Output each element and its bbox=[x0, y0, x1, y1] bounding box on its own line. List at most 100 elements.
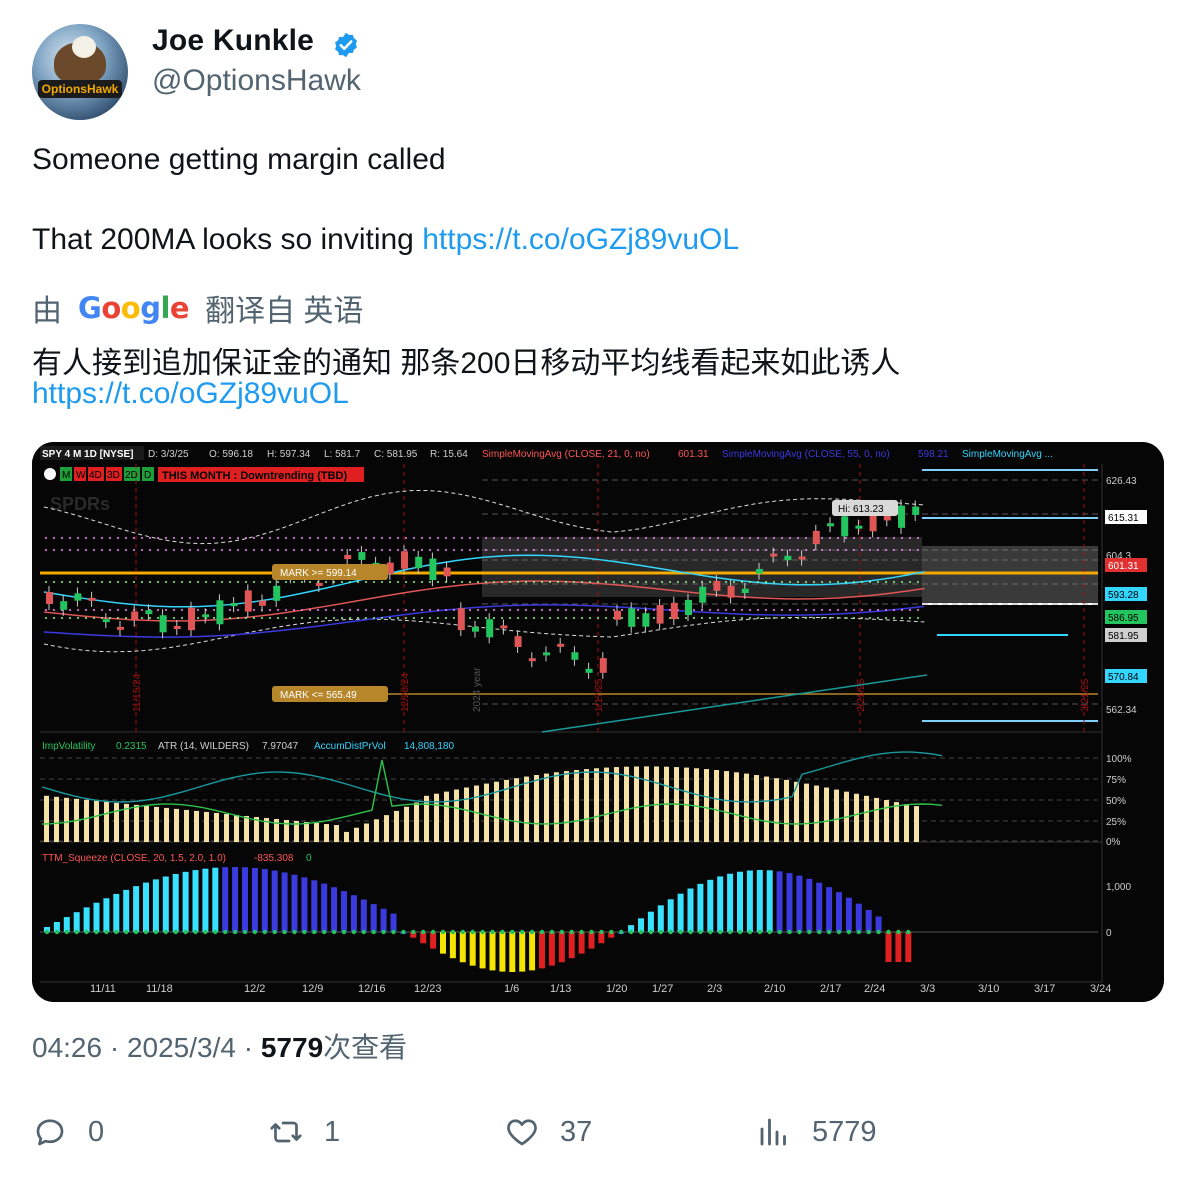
volume-bar bbox=[364, 823, 369, 842]
author-avatar[interactable]: OptionsHawk bbox=[32, 24, 128, 120]
views-button[interactable]: 5779 bbox=[756, 1112, 877, 1152]
squeeze-dot bbox=[500, 929, 505, 935]
translation-attribution[interactable]: 由 Google 翻译自 英语 bbox=[32, 288, 363, 328]
pivot-dot bbox=[309, 549, 311, 551]
retweet-button[interactable]: 1 bbox=[268, 1112, 340, 1152]
squeeze-dot bbox=[846, 929, 852, 935]
author-handle[interactable]: @OptionsHawk bbox=[152, 64, 361, 98]
pivot-dot bbox=[565, 581, 567, 583]
pivot-dot bbox=[829, 537, 831, 539]
squeeze-dot bbox=[341, 929, 347, 935]
pivot-dot bbox=[229, 537, 231, 539]
pivot-dot bbox=[269, 549, 271, 551]
chart-high: H: 597.34 bbox=[267, 449, 311, 460]
candle-body bbox=[614, 610, 621, 620]
pivot-dot bbox=[653, 609, 655, 611]
pivot-dot bbox=[573, 581, 575, 583]
pivot-dot bbox=[381, 549, 383, 551]
squeeze-dot bbox=[767, 929, 772, 935]
pivot-dot bbox=[685, 537, 687, 539]
candle-body bbox=[159, 615, 167, 633]
pivot-dot bbox=[669, 617, 671, 619]
pivot-dot bbox=[493, 549, 495, 551]
pivot-dot bbox=[725, 537, 727, 539]
pivot-dot bbox=[477, 617, 479, 619]
pivot-dot bbox=[309, 609, 311, 611]
pivot-dot bbox=[813, 549, 815, 551]
pivot-dot bbox=[381, 537, 383, 539]
candle-body bbox=[88, 597, 96, 601]
squeeze-dot bbox=[747, 929, 753, 935]
volume-bar bbox=[804, 783, 809, 842]
pivot-dot bbox=[637, 537, 639, 539]
pivot-dot bbox=[93, 537, 95, 539]
pivot-dot bbox=[413, 537, 415, 539]
pivot-dot bbox=[597, 537, 599, 539]
squeeze-dot bbox=[708, 929, 713, 935]
tweet-time[interactable]: 04:26 bbox=[32, 1032, 102, 1063]
pivot-dot bbox=[357, 549, 359, 551]
date-tick-6: 12/23 bbox=[414, 983, 442, 995]
candle-body bbox=[486, 619, 494, 638]
pivot-dot bbox=[805, 549, 807, 551]
pivot-dot bbox=[437, 609, 439, 611]
candle-body bbox=[102, 619, 110, 623]
pivot-dot bbox=[789, 549, 791, 551]
pivot-dot bbox=[53, 581, 55, 583]
squeeze-bar bbox=[558, 932, 565, 963]
pivot-dot bbox=[469, 549, 471, 551]
pivot-dot bbox=[605, 549, 607, 551]
squeeze-dot bbox=[401, 929, 406, 935]
squeeze-dot bbox=[480, 929, 485, 935]
pivot-dot bbox=[477, 581, 479, 583]
pivot-dot bbox=[237, 609, 239, 611]
squeeze-dot bbox=[153, 929, 159, 935]
like-button[interactable]: 37 bbox=[504, 1112, 592, 1152]
volume-bar bbox=[104, 801, 109, 842]
pivot-dot bbox=[701, 609, 703, 611]
date-tick-8: 1/13 bbox=[550, 983, 571, 995]
candle-body bbox=[628, 608, 636, 627]
pivot-dot bbox=[77, 609, 79, 611]
reply-icon bbox=[36, 1119, 64, 1146]
pivot-dot bbox=[429, 581, 431, 583]
pivot-dot bbox=[917, 617, 919, 619]
pivot-dot bbox=[117, 609, 119, 611]
author-name[interactable]: Joe Kunkle bbox=[152, 24, 314, 58]
pivot-dot bbox=[213, 581, 215, 583]
pivot-dot bbox=[501, 617, 503, 619]
pivot-dot bbox=[557, 609, 559, 611]
reply-button[interactable]: 0 bbox=[32, 1112, 104, 1152]
tweet-meta: 04:26 · 2025/3/4 · 5779次查看 bbox=[32, 1026, 407, 1066]
pivot-dot bbox=[861, 617, 863, 619]
squeeze-dot bbox=[490, 929, 495, 935]
squeeze-dot bbox=[539, 929, 545, 935]
pivot-dot bbox=[357, 609, 359, 611]
pivot-dot bbox=[125, 617, 127, 619]
chart-image[interactable]: SPY 4 M 1D [NYSE] D: 3/3/25 O: 596.18 H:… bbox=[32, 442, 1164, 1002]
squeeze-dot bbox=[292, 929, 297, 935]
atr-label: ATR (14, WILDERS) bbox=[158, 741, 249, 752]
volume-bar bbox=[384, 815, 389, 842]
pivot-dot bbox=[725, 609, 727, 611]
pivot-dot bbox=[341, 617, 343, 619]
squeeze-bar bbox=[73, 912, 80, 932]
pivot-dot bbox=[797, 549, 799, 551]
pivot-dot bbox=[501, 537, 503, 539]
tweet-line-1: Someone getting margin called bbox=[32, 143, 446, 176]
pivot-dot bbox=[813, 581, 815, 583]
translation-link[interactable]: https://t.co/oGZj89vuOL bbox=[32, 377, 349, 411]
translation-suffix: 翻译自 英语 bbox=[205, 295, 364, 328]
volume-bar bbox=[744, 773, 749, 842]
tweet-date[interactable]: 2025/3/4 bbox=[127, 1032, 236, 1063]
pivot-dot bbox=[397, 581, 399, 583]
pivot-dot bbox=[165, 581, 167, 583]
pivot-dot bbox=[757, 549, 759, 551]
tweet-link[interactable]: https://t.co/oGZj89vuOL bbox=[422, 223, 739, 256]
candle-body bbox=[74, 593, 82, 601]
pivot-dot bbox=[389, 537, 391, 539]
pivot-dot bbox=[301, 617, 303, 619]
date-tick-14: 2/24 bbox=[864, 983, 885, 995]
pivot-dot bbox=[453, 609, 455, 611]
pivot-dot bbox=[741, 549, 743, 551]
